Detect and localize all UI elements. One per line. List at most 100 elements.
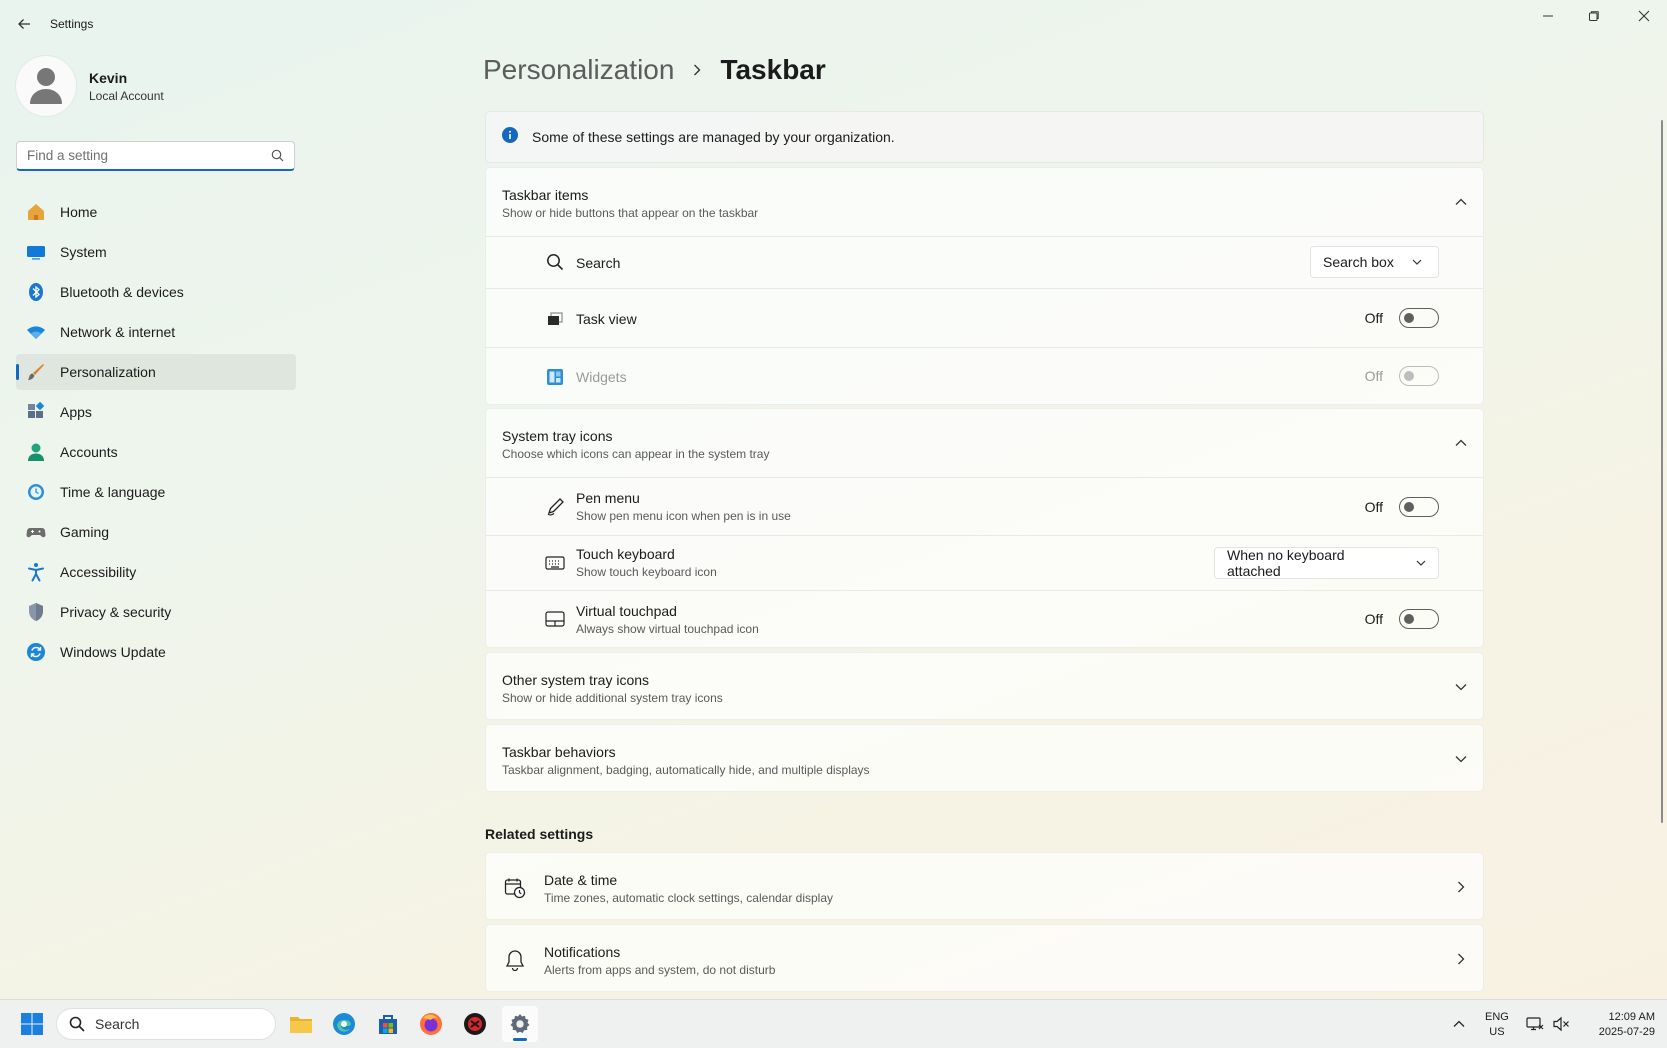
sidebar-item-system[interactable]: System <box>16 234 296 270</box>
toggle-state-label: Off <box>1364 499 1383 515</box>
sidebar-item-label: Accounts <box>60 444 118 460</box>
volume-muted-icon <box>1553 1016 1569 1032</box>
widgets-toggle <box>1399 366 1439 386</box>
clock-time: 12:09 AM <box>1608 1011 1655 1023</box>
region-code: US <box>1489 1026 1505 1038</box>
accounts-icon <box>26 442 46 462</box>
notifications-link[interactable]: Notifications Alerts from apps and syste… <box>485 924 1484 992</box>
sidebar-item-label: Apps <box>60 404 92 420</box>
link-title: Date & time <box>544 872 618 888</box>
chevron-right-icon <box>1453 951 1469 967</box>
edge-icon <box>333 1013 355 1035</box>
settings-search[interactable] <box>16 141 295 171</box>
firefox-button[interactable] <box>413 1006 449 1042</box>
user-profile[interactable]: Kevin Local Account <box>16 56 164 116</box>
toggle-state-label: Off <box>1364 611 1383 627</box>
system-icon <box>26 242 46 262</box>
firefox-icon <box>420 1013 442 1035</box>
dropdown-value: When no keyboard attached <box>1227 547 1345 579</box>
touchpad-icon <box>545 609 565 629</box>
edge-button[interactable] <box>326 1006 362 1042</box>
sidebar-item-label: Gaming <box>60 524 110 540</box>
file-explorer-button[interactable] <box>283 1006 319 1042</box>
store-button[interactable] <box>370 1006 406 1042</box>
row-title: Virtual touchpad <box>576 603 677 619</box>
window-title: Settings <box>50 17 94 31</box>
taskbar-search[interactable]: Search <box>56 1008 276 1040</box>
virtual-touchpad-toggle[interactable] <box>1399 609 1439 629</box>
row-title: Widgets <box>576 369 627 385</box>
back-button[interactable] <box>12 12 36 36</box>
taskbar-items-header[interactable]: Taskbar items Show or hide buttons that … <box>486 168 1483 236</box>
volume-tray-button[interactable] <box>1546 1006 1576 1042</box>
date-time-link[interactable]: Date & time Time zones, automatic clock … <box>485 852 1484 920</box>
sidebar-item-network[interactable]: Network & internet <box>16 314 296 350</box>
related-settings-heading: Related settings <box>485 826 594 842</box>
minimize-button[interactable] <box>1525 0 1571 32</box>
search-input[interactable] <box>17 142 257 168</box>
minimize-icon <box>1543 15 1553 17</box>
chevron-down-icon[interactable] <box>1453 751 1469 767</box>
breadcrumb-parent[interactable]: Personalization <box>483 54 674 86</box>
profile-name: Kevin <box>89 69 128 86</box>
language-indicator[interactable]: ENG US <box>1485 1010 1509 1040</box>
widgets-icon <box>545 367 565 387</box>
sidebar-item-personalization[interactable]: Personalization <box>16 354 296 390</box>
other-tray-section[interactable]: Other system tray icons Show or hide add… <box>485 652 1484 720</box>
row-subtitle: Always show virtual touchpad icon <box>576 622 759 636</box>
pen-menu-row: Pen menu Show pen menu icon when pen is … <box>486 477 1483 535</box>
row-subtitle: Show pen menu icon when pen is in use <box>576 509 791 523</box>
app-button[interactable] <box>457 1006 493 1042</box>
settings-taskbar-button[interactable] <box>502 1006 538 1042</box>
row-title: Touch keyboard <box>576 546 675 562</box>
network-icon <box>1526 1017 1544 1031</box>
sidebar-item-accessibility[interactable]: Accessibility <box>16 554 296 590</box>
virtual-touchpad-toggle-wrap: Off <box>1365 609 1439 629</box>
sidebar-item-privacy[interactable]: Privacy & security <box>16 594 296 630</box>
touch-keyboard-row: Touch keyboard Show touch keyboard icon … <box>486 535 1483 590</box>
row-title: Pen menu <box>576 490 640 506</box>
sidebar-item-home[interactable]: Home <box>16 194 296 230</box>
taskbar-items-section: Taskbar items Show or hide buttons that … <box>485 167 1484 405</box>
section-subtitle: Show or hide buttons that appear on the … <box>502 206 759 220</box>
wifi-icon <box>26 322 46 342</box>
sidebar-item-time-language[interactable]: Time & language <box>16 474 296 510</box>
sidebar-item-accounts[interactable]: Accounts <box>16 434 296 470</box>
info-icon <box>502 126 518 148</box>
calendar-clock-icon <box>504 877 526 899</box>
chevron-up-icon[interactable] <box>1453 194 1469 210</box>
sidebar-item-gaming[interactable]: Gaming <box>16 514 296 550</box>
toggle-state-label: Off <box>1364 368 1383 384</box>
pen-menu-toggle[interactable] <box>1399 497 1439 517</box>
title-bar: Settings <box>0 0 1667 48</box>
system-tray-header[interactable]: System tray icons Choose which icons can… <box>486 409 1483 477</box>
tray-overflow-button[interactable] <box>1443 1006 1475 1042</box>
row-title: Task view <box>576 311 637 327</box>
sidebar-item-windows-update[interactable]: Windows Update <box>16 634 296 670</box>
clock[interactable]: 12:09 AM 2025-07-29 <box>1599 1010 1655 1040</box>
sidebar-item-label: Network & internet <box>60 324 176 340</box>
close-button[interactable] <box>1621 0 1667 32</box>
scrollbar[interactable] <box>1661 120 1663 823</box>
sidebar-item-apps[interactable]: Apps <box>16 394 296 430</box>
back-arrow-icon <box>18 19 30 29</box>
clock-date: 2025-07-29 <box>1598 1026 1655 1038</box>
task-view-toggle[interactable] <box>1399 308 1439 328</box>
chevron-down-icon[interactable] <box>1453 679 1469 695</box>
chevron-up-icon[interactable] <box>1453 435 1469 451</box>
link-subtitle: Alerts from apps and system, do not dist… <box>544 963 776 977</box>
search-icon <box>545 252 565 272</box>
start-button[interactable] <box>14 1006 50 1042</box>
close-icon <box>1638 10 1650 22</box>
section-subtitle: Choose which icons can appear in the sys… <box>502 447 770 461</box>
sidebar-item-bluetooth[interactable]: Bluetooth & devices <box>16 274 296 310</box>
touch-keyboard-dropdown[interactable]: When no keyboard attached <box>1214 547 1439 579</box>
restore-button[interactable] <box>1571 0 1617 32</box>
taskbar-behaviors-section[interactable]: Taskbar behaviors Taskbar alignment, bad… <box>485 724 1484 792</box>
search-mode-dropdown[interactable]: Search box <box>1310 246 1439 278</box>
sidebar-item-label: Personalization <box>60 364 156 380</box>
app-icon <box>464 1013 486 1035</box>
sidebar-item-label: Bluetooth & devices <box>60 284 184 300</box>
keyboard-icon <box>545 553 565 573</box>
home-icon <box>26 202 46 222</box>
